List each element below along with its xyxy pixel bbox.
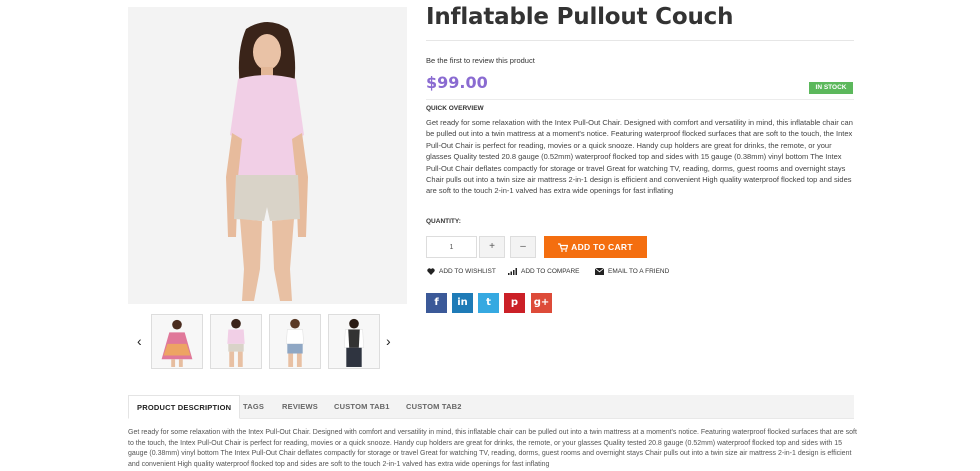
email-friend-link[interactable]: EMAIL TO A FRIEND bbox=[595, 268, 669, 275]
add-to-cart-button[interactable]: ADD TO CART bbox=[544, 236, 647, 258]
facebook-icon: f bbox=[434, 297, 439, 308]
compare-label: ADD TO COMPARE bbox=[521, 268, 580, 275]
linkedin-share-button[interactable]: in bbox=[452, 293, 473, 313]
thumbnail-pink-top-shorts[interactable] bbox=[210, 314, 262, 369]
facebook-share-button[interactable]: f bbox=[426, 293, 447, 313]
cart-icon bbox=[558, 243, 569, 252]
wishlist-label: ADD TO WISHLIST bbox=[439, 268, 496, 275]
pinterest-share-button[interactable]: p bbox=[504, 293, 525, 313]
quantity-input[interactable] bbox=[426, 236, 477, 258]
add-to-wishlist-link[interactable]: ADD TO WISHLIST bbox=[427, 268, 496, 275]
review-link[interactable]: Be the first to review this product bbox=[426, 56, 535, 65]
pinterest-icon: p bbox=[510, 297, 519, 308]
googleplus-share-button[interactable]: g+ bbox=[531, 293, 552, 313]
overview-text: Get ready for some relaxation with the I… bbox=[426, 118, 853, 196]
twitter-icon: t bbox=[486, 297, 491, 308]
quantity-plus-button[interactable]: + bbox=[479, 236, 505, 258]
envelope-icon bbox=[595, 268, 604, 275]
add-to-cart-label: ADD TO CART bbox=[571, 242, 633, 252]
tab-custom-tab2[interactable]: CUSTOM TAB2 bbox=[406, 395, 462, 419]
email-label: EMAIL TO A FRIEND bbox=[608, 268, 670, 275]
product-description-text: Get ready for some relaxation with the I… bbox=[128, 429, 857, 468]
thumbnail-man-vest[interactable] bbox=[328, 314, 380, 369]
title-divider bbox=[426, 40, 854, 41]
quantity-minus-button[interactable]: – bbox=[510, 236, 536, 258]
tab-tags[interactable]: TAGS bbox=[243, 395, 264, 419]
product-main-image[interactable] bbox=[128, 7, 407, 304]
prev-arrow-icon[interactable]: ‹ bbox=[137, 334, 142, 348]
overview-heading: QUICK OVERVIEW bbox=[426, 105, 484, 112]
next-arrow-icon[interactable]: › bbox=[386, 334, 391, 348]
price-divider bbox=[426, 99, 854, 100]
tab-custom-tab1[interactable]: CUSTOM TAB1 bbox=[334, 395, 390, 419]
thumbnail-white-top-jeans[interactable] bbox=[269, 314, 321, 369]
product-tabs: PRODUCT DESCRIPTION TAGS REVIEWS CUSTOM … bbox=[128, 395, 854, 419]
product-title: Inflatable Pullout Couch bbox=[426, 4, 734, 30]
tab-reviews[interactable]: REVIEWS bbox=[282, 395, 318, 419]
linkedin-icon: in bbox=[457, 297, 468, 308]
googleplus-icon: g+ bbox=[533, 297, 550, 308]
add-to-compare-link[interactable]: ADD TO COMPARE bbox=[508, 268, 580, 275]
twitter-share-button[interactable]: t bbox=[478, 293, 499, 313]
heart-icon bbox=[427, 268, 435, 275]
quantity-label: QUANTITY: bbox=[426, 218, 461, 225]
tab-product-description[interactable]: PRODUCT DESCRIPTION bbox=[128, 395, 241, 419]
product-price: $99.00 bbox=[426, 73, 488, 92]
thumbnail-floral-dress[interactable] bbox=[151, 314, 203, 369]
stock-badge: IN STOCK bbox=[809, 82, 853, 94]
bar-chart-icon bbox=[508, 268, 517, 275]
thumbnail-carousel: ‹ › bbox=[133, 314, 398, 370]
